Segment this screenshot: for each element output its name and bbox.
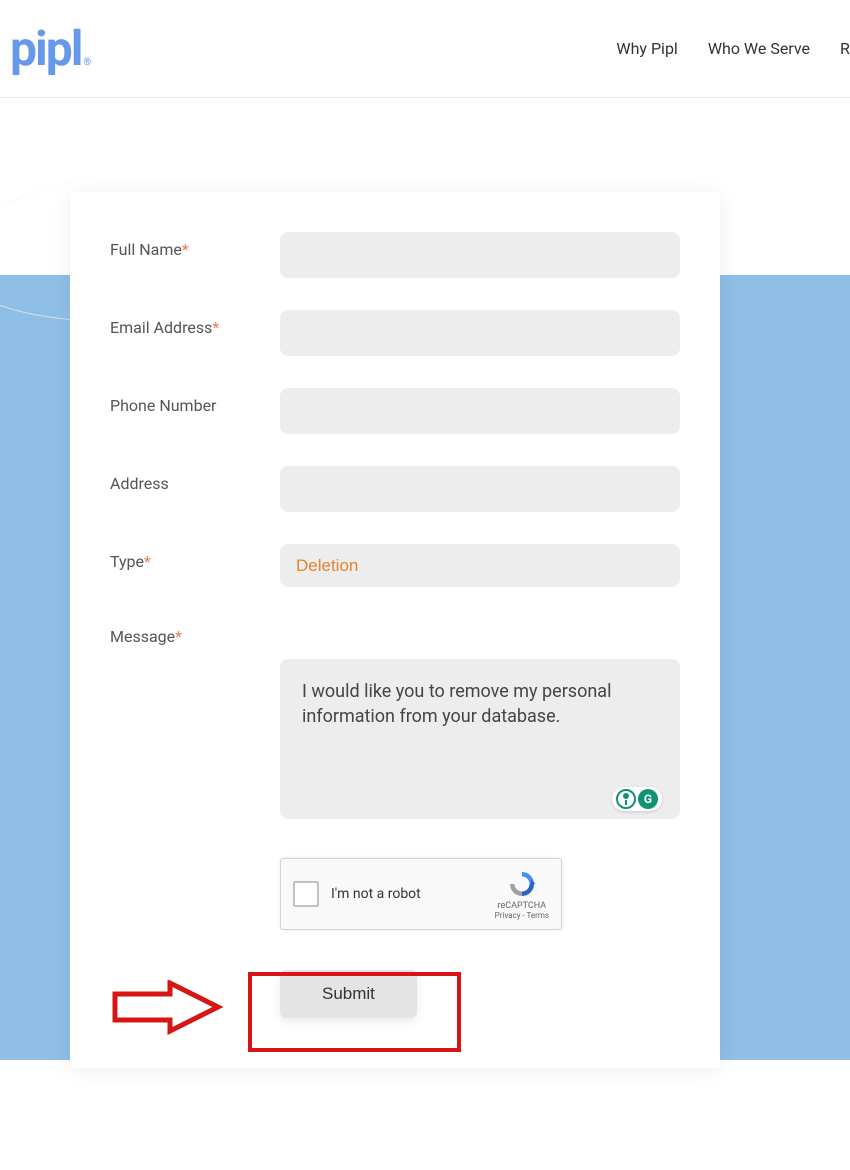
label-message: Message*: [110, 619, 280, 646]
request-form: Full Name* Email Address* Phone Number A…: [70, 192, 720, 1068]
label-fullname: Full Name*: [110, 232, 280, 259]
recaptcha-label: I'm not a robot: [331, 886, 495, 902]
nav-partial-item[interactable]: R: [840, 39, 850, 58]
form-row-type: Type* Deletion: [110, 544, 680, 587]
recaptcha-widget: I'm not a robot reCAPTCHA Privacy - Term…: [280, 858, 562, 930]
grammarly-widget[interactable]: G: [612, 787, 662, 811]
main-nav: Why Pipl Who We Serve R: [616, 39, 850, 58]
logo-text: pipl: [10, 20, 81, 77]
form-row-phone: Phone Number: [110, 388, 680, 434]
form-row-fullname: Full Name*: [110, 232, 680, 278]
label-phone: Phone Number: [110, 388, 280, 415]
required-marker: *: [182, 240, 189, 259]
nav-why-pipl[interactable]: Why Pipl: [616, 39, 677, 58]
recaptcha-brand: reCAPTCHA: [498, 901, 547, 911]
recaptcha-badge: reCAPTCHA Privacy - Terms: [495, 869, 549, 920]
logo-registered: ®: [83, 57, 89, 68]
textarea-wrapper: G: [280, 619, 680, 823]
required-marker: *: [144, 552, 151, 571]
logo[interactable]: pipl ®: [10, 20, 89, 77]
label-address: Address: [110, 466, 280, 493]
nav-who-we-serve[interactable]: Who We Serve: [708, 39, 810, 58]
recaptcha-checkbox[interactable]: [293, 881, 319, 907]
form-row-message: Message* G: [110, 619, 680, 823]
recaptcha-row: I'm not a robot reCAPTCHA Privacy - Term…: [110, 858, 680, 930]
header: pipl ® Why Pipl Who We Serve R: [0, 0, 850, 98]
submit-row: Submit: [110, 970, 680, 1018]
form-row-address: Address: [110, 466, 680, 512]
required-marker: *: [175, 627, 182, 646]
input-address[interactable]: [280, 466, 680, 512]
input-email[interactable]: [280, 310, 680, 356]
submit-button[interactable]: Submit: [280, 970, 417, 1018]
form-row-email: Email Address*: [110, 310, 680, 356]
label-type: Type*: [110, 544, 280, 571]
label-email: Email Address*: [110, 310, 280, 337]
input-phone[interactable]: [280, 388, 680, 434]
grammarly-icon[interactable]: G: [638, 789, 658, 809]
recaptcha-logo-icon: [507, 869, 537, 899]
recaptcha-links[interactable]: Privacy - Terms: [495, 911, 549, 920]
grammarly-tone-icon[interactable]: [616, 789, 636, 809]
input-fullname[interactable]: [280, 232, 680, 278]
select-type[interactable]: Deletion: [280, 544, 680, 587]
required-marker: *: [212, 318, 219, 337]
